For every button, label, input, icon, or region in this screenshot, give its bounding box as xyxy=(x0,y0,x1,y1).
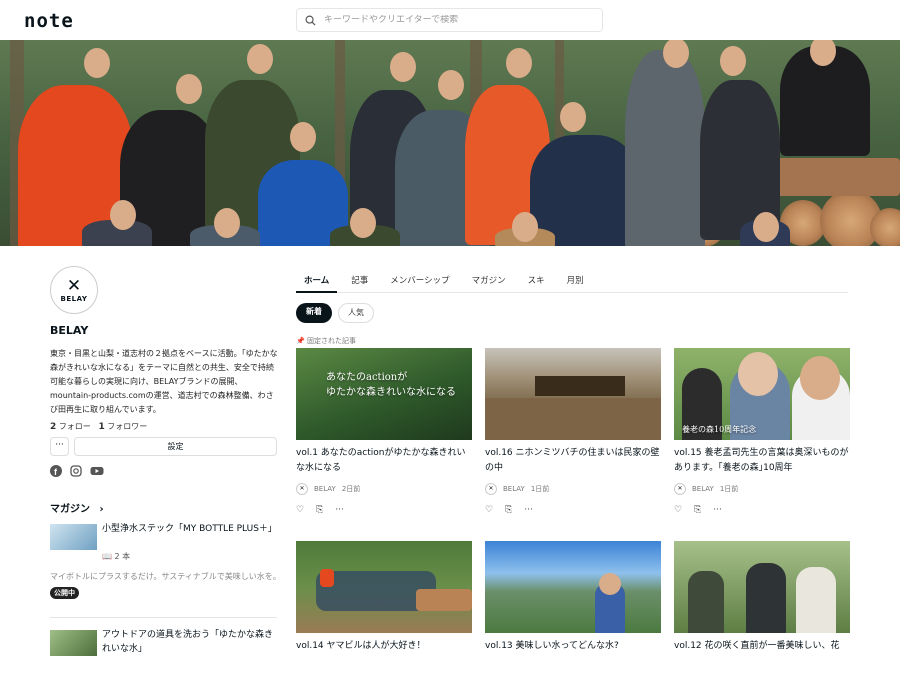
divider xyxy=(50,617,277,618)
youtube-icon[interactable] xyxy=(90,465,104,477)
heart-icon[interactable]: ♡ xyxy=(485,505,493,515)
magazine-article-count: 📖 2 本 xyxy=(102,552,131,561)
post-date: 1日前 xyxy=(530,485,550,493)
profile-bio: 東京・目黒と山梨・道志村の２拠点をベースに活動。「ゆたかな森がきれいな水になる」… xyxy=(50,349,278,414)
article-title[interactable]: vol.15 養老孟司先生の言葉は奥深いものがあります。｢養老の森｣10周年 xyxy=(674,446,850,476)
post-date: 2日前 xyxy=(341,485,361,493)
article-thumbnail[interactable] xyxy=(485,348,661,440)
article-card[interactable]: vol.12 花の咲く直前が一番美味しい、花 xyxy=(674,541,850,671)
article-thumbnail[interactable] xyxy=(485,541,661,633)
top-header: note xyxy=(0,0,900,40)
more-icon[interactable]: ··· xyxy=(335,505,344,515)
social-links: f xyxy=(50,465,104,477)
tab-monthly[interactable]: 月別 xyxy=(559,270,592,293)
author-avatar[interactable]: ✕ xyxy=(674,483,686,495)
magazine-item[interactable]: 小型浄水ステック「MY BOTTLE PLUS＋」 📖 2 本 マイボトルにプラ… xyxy=(50,522,281,614)
bookmark-icon[interactable]: ⎘ xyxy=(694,505,701,515)
note-logo[interactable]: note xyxy=(24,10,74,32)
article-actions: ♡ ⎘ ··· xyxy=(674,505,722,515)
more-icon[interactable]: ··· xyxy=(524,505,533,515)
article-actions: ♡ ⎘ ··· xyxy=(485,505,533,515)
search-box[interactable] xyxy=(296,8,603,32)
tab-magazine[interactable]: マガジン xyxy=(464,270,514,293)
article-thumbnail[interactable] xyxy=(674,541,850,633)
author-name[interactable]: BELAY xyxy=(503,485,525,493)
sort-popular-button[interactable]: 人気 xyxy=(338,303,374,323)
status-badge: 公開中 xyxy=(50,587,79,599)
magazine-description: マイボトルにプラスするだけ。サスティナブルで美味しい水を。 xyxy=(50,572,281,581)
profile-avatar[interactable]: ✕ BELAY xyxy=(50,266,98,314)
magazine-section-heading[interactable]: マガジン › xyxy=(50,500,104,515)
article-actions: ♡ ⎘ ··· xyxy=(296,505,344,515)
pin-icon: 📌 xyxy=(296,337,305,345)
tab-home[interactable]: ホーム xyxy=(296,270,338,293)
author-name[interactable]: BELAY xyxy=(692,485,714,493)
follow-count[interactable]: 2 xyxy=(50,422,56,432)
instagram-icon[interactable] xyxy=(70,465,82,477)
article-title[interactable]: vol.16 ニホンミツバチの住まいは民家の壁の中 xyxy=(485,446,661,476)
article-card[interactable]: vol.16 ニホンミツバチの住まいは民家の壁の中 ✕ BELAY 1日前 ♡ … xyxy=(485,348,661,523)
author-name[interactable]: BELAY xyxy=(314,485,336,493)
article-card[interactable]: あなたのactionが ゆたかな森きれいな水になる vol.1 あなたのacti… xyxy=(296,348,472,523)
bookmark-icon[interactable]: ⎘ xyxy=(505,505,512,515)
search-icon xyxy=(305,15,316,26)
article-meta: ✕ BELAY 1日前 xyxy=(674,483,738,495)
settings-button[interactable]: 設定 xyxy=(74,437,277,456)
magazine-title[interactable]: 小型浄水ステック「MY BOTTLE PLUS＋」 xyxy=(102,522,277,536)
follower-label[interactable]: フォロワー xyxy=(107,422,147,431)
facebook-icon[interactable]: f xyxy=(50,465,62,477)
belay-logo-icon: ✕ xyxy=(66,276,82,296)
tab-likes[interactable]: スキ xyxy=(520,270,553,293)
article-title[interactable]: vol.13 美味しい水ってどんな水? xyxy=(485,639,661,654)
follower-count[interactable]: 1 xyxy=(98,422,104,432)
article-title[interactable]: vol.12 花の咲く直前が一番美味しい、花 xyxy=(674,639,850,654)
article-thumbnail[interactable] xyxy=(296,541,472,633)
bookmark-icon[interactable]: ⎘ xyxy=(316,505,323,515)
follow-stats: 2 フォロー 1 フォロワー xyxy=(50,421,147,432)
profile-tabs: ホーム 記事 メンバーシップ マガジン スキ 月別 xyxy=(296,270,848,293)
article-title[interactable]: vol.14 ヤマビルは人が大好き！ xyxy=(296,639,472,654)
sort-new-button[interactable]: 新着 xyxy=(296,303,332,323)
search-input[interactable] xyxy=(324,15,584,25)
profile-name: BELAY xyxy=(50,324,89,337)
follow-label[interactable]: フォロー xyxy=(59,422,91,431)
author-avatar[interactable]: ✕ xyxy=(296,483,308,495)
heart-icon[interactable]: ♡ xyxy=(296,505,304,515)
more-icon[interactable]: ··· xyxy=(713,505,722,515)
article-card[interactable]: vol.14 ヤマビルは人が大好き！ xyxy=(296,541,472,671)
magazine-thumbnail xyxy=(50,524,97,550)
pinned-label: 📌 固定された記事 xyxy=(296,337,356,345)
article-title[interactable]: vol.1 あなたのactionがゆたかな森きれいな水になる xyxy=(296,446,472,476)
magazine-thumbnail xyxy=(50,630,97,656)
article-thumbnail[interactable]: あなたのactionが ゆたかな森きれいな水になる xyxy=(296,348,472,440)
profile-header-photo xyxy=(0,40,900,246)
book-icon: 📖 xyxy=(102,552,112,561)
author-avatar[interactable]: ✕ xyxy=(485,483,497,495)
chevron-right-icon: › xyxy=(99,504,104,515)
article-meta: ✕ BELAY 1日前 xyxy=(485,483,549,495)
magazine-item[interactable]: アウトドアの道具を洗おう「ゆたかな森きれいな水」 xyxy=(50,630,277,660)
article-card[interactable]: vol.13 美味しい水ってどんな水? xyxy=(485,541,661,671)
tab-articles[interactable]: 記事 xyxy=(343,270,376,293)
post-date: 1日前 xyxy=(719,485,739,493)
heart-icon[interactable]: ♡ xyxy=(674,505,682,515)
profile-more-button[interactable]: ··· xyxy=(50,437,69,456)
article-card[interactable]: 養老の森10周年記念 vol.15 養老孟司先生の言葉は奥深いものがあります。｢… xyxy=(674,348,850,523)
magazine-title[interactable]: アウトドアの道具を洗おう「ゆたかな森きれいな水」 xyxy=(102,628,277,656)
tab-membership[interactable]: メンバーシップ xyxy=(382,270,457,293)
article-thumbnail[interactable]: 養老の森10周年記念 xyxy=(674,348,850,440)
article-meta: ✕ BELAY 2日前 xyxy=(296,483,360,495)
